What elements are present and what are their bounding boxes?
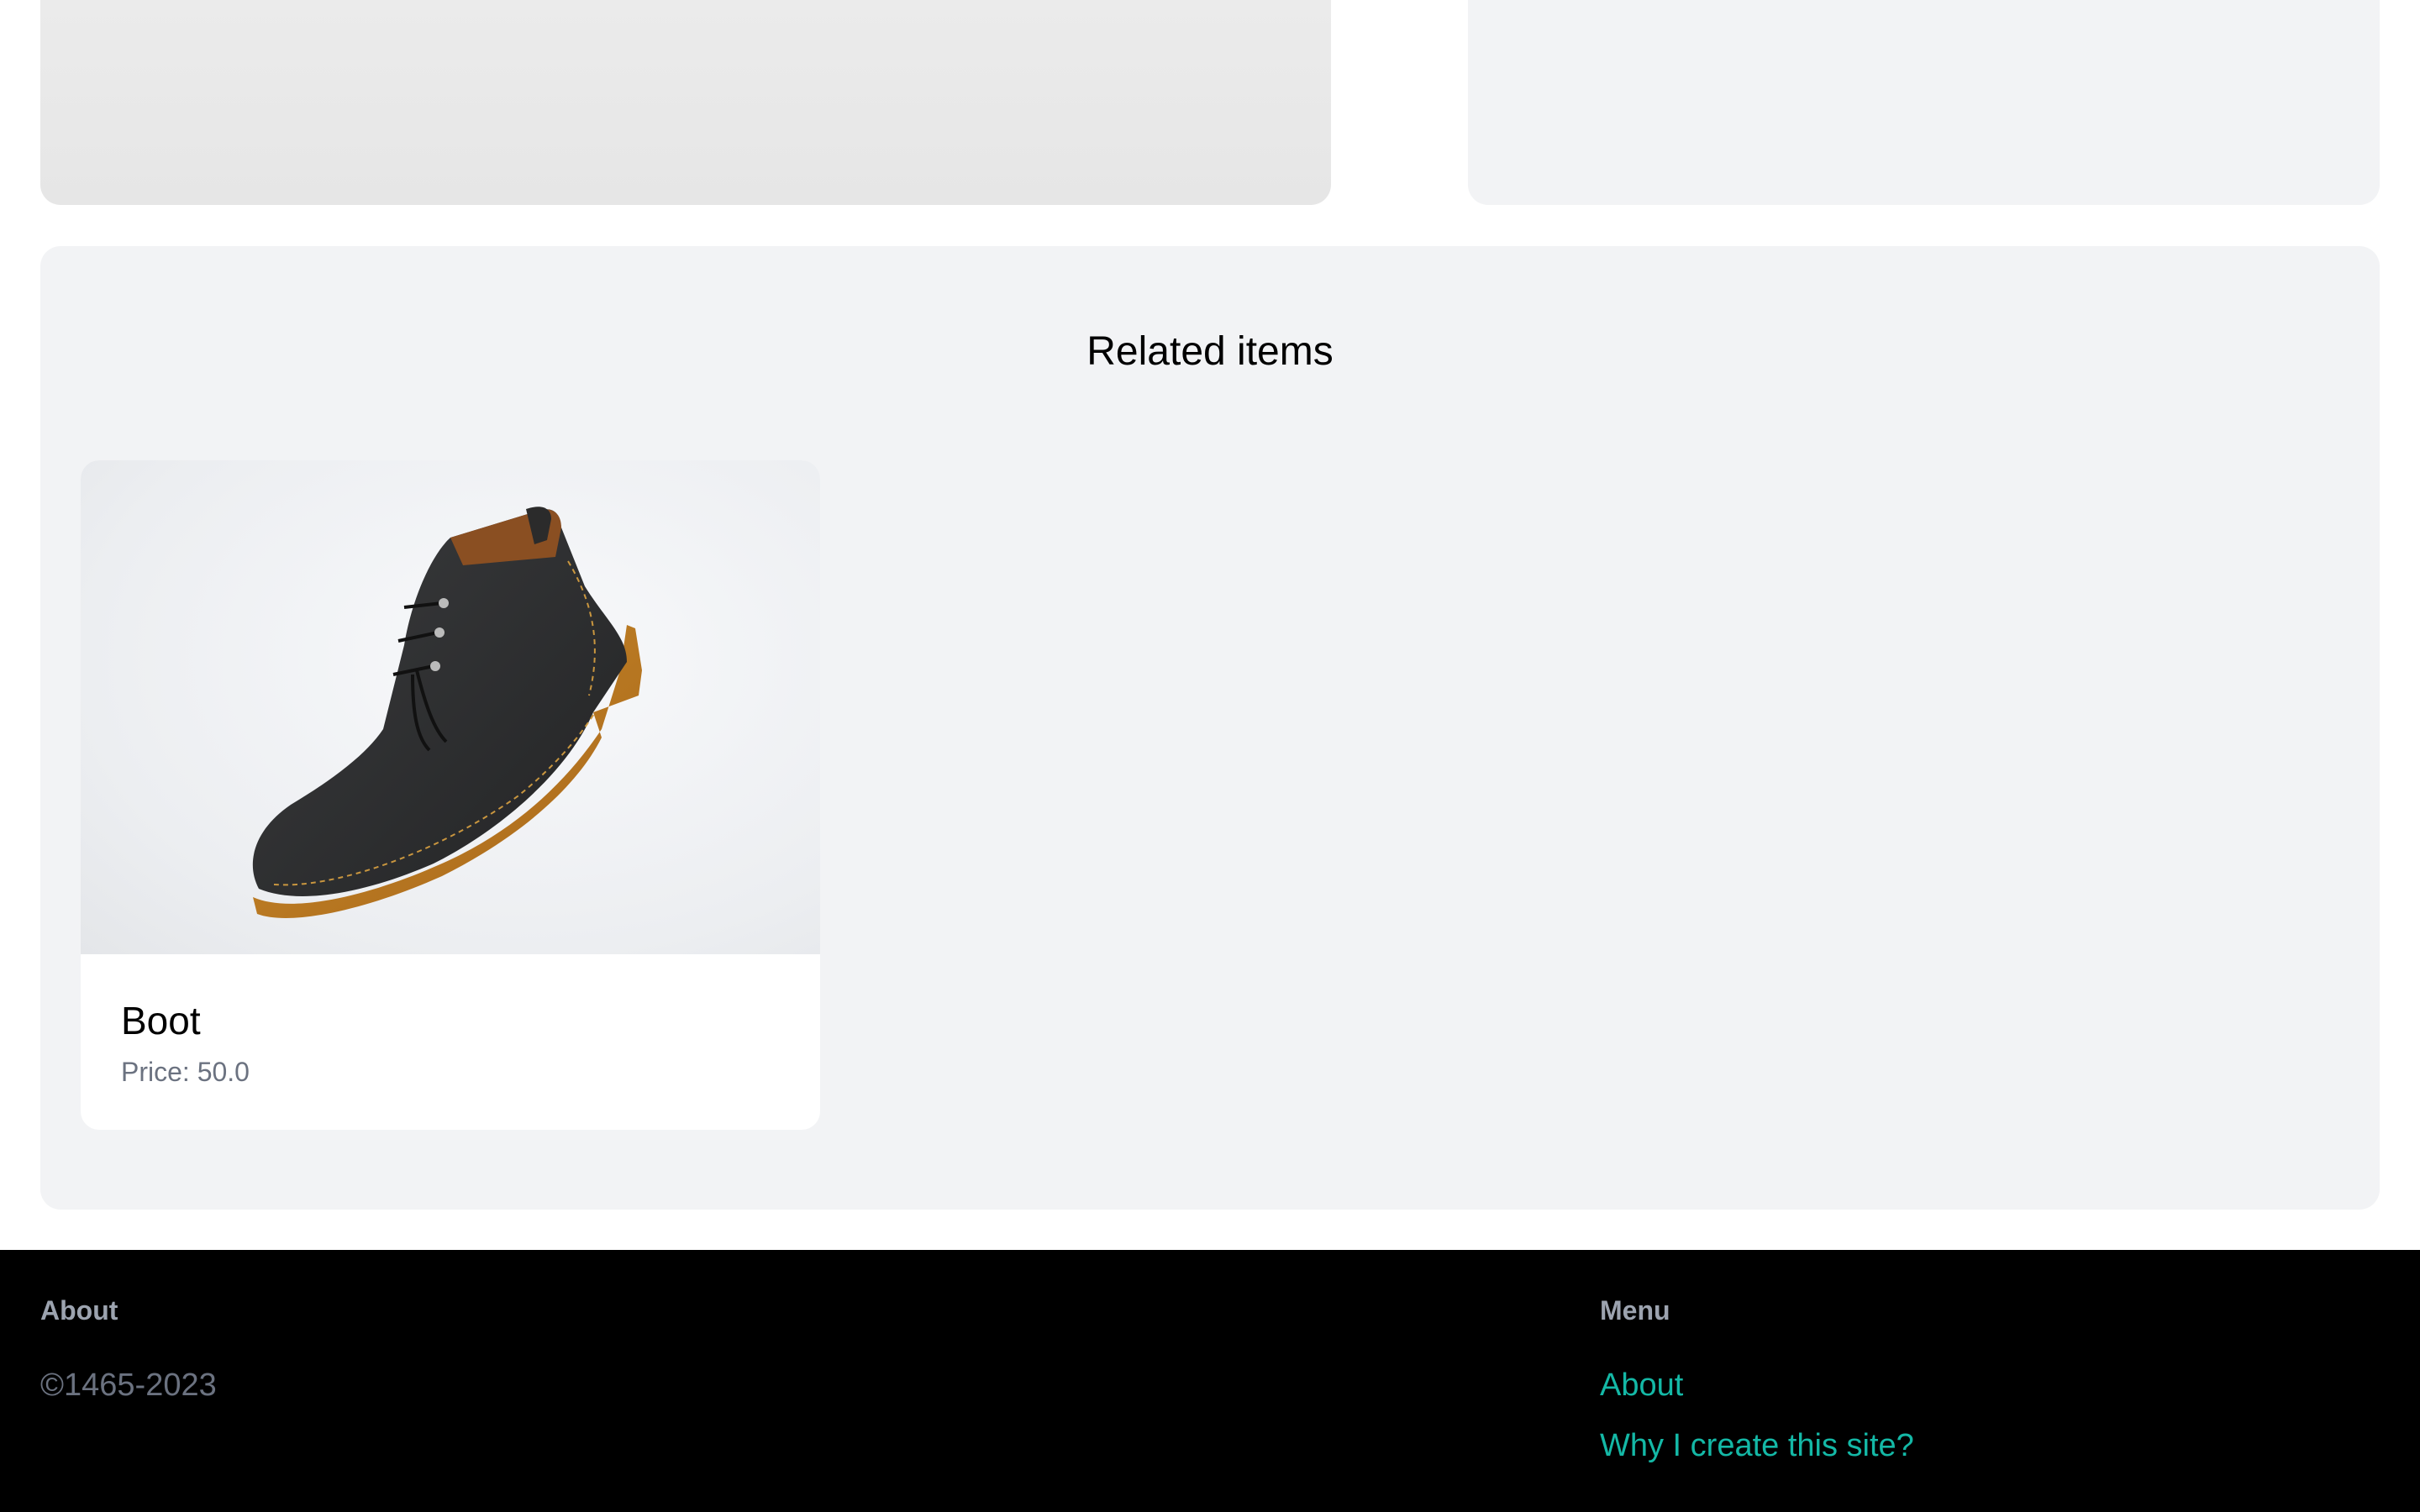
footer-link-about[interactable]: About [1600, 1368, 1683, 1404]
footer-link-why-create[interactable]: Why I create this site? [1600, 1428, 1914, 1464]
top-row [0, 0, 2420, 205]
footer-menu-heading: Menu [1600, 1295, 1670, 1326]
product-card-boot[interactable]: Boot Price: 50.0 [81, 460, 820, 1130]
footer-about-heading: About [40, 1295, 118, 1326]
previous-details-panel [1468, 0, 2380, 205]
product-name: Boot [121, 999, 201, 1042]
related-items-title: Related items [1086, 329, 1334, 374]
previous-image-panel [40, 0, 1331, 205]
product-price: Price: 50.0 [121, 1057, 250, 1087]
related-items-section: Related items Boot Price: 50.0 [40, 246, 2380, 1210]
footer-copyright: ©1465-2023 [40, 1368, 217, 1403]
site-footer: About ©1465-2023 Menu About Why I create… [0, 1250, 2420, 1512]
boot-image [81, 460, 820, 954]
